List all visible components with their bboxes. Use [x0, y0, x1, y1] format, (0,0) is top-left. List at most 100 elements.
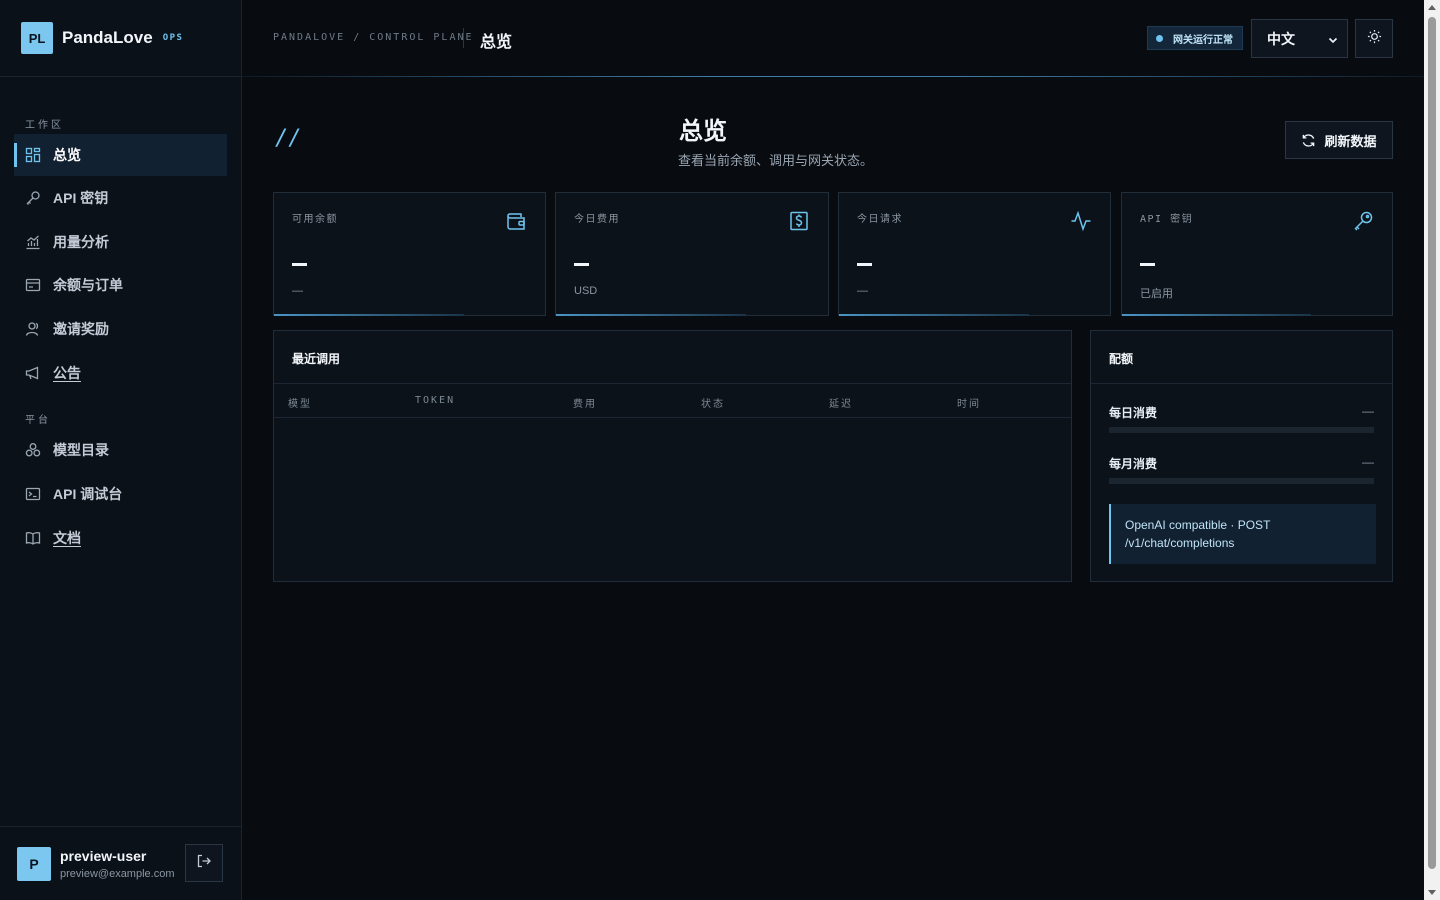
stat-sub: USD: [574, 285, 598, 297]
status-dot-icon: [1156, 34, 1163, 42]
page-subtitle: 查看当前余额、调用与网关状态。: [678, 153, 874, 168]
sidebar-item-label: 用量分析: [53, 234, 109, 250]
sidebar-item-usage[interactable]: 用量分析: [14, 221, 227, 263]
refresh-label: 刷新数据: [1324, 133, 1377, 149]
breadcrumb: PANDALOVE / CONTROL PLANE: [273, 32, 474, 43]
quota-monthly-bar: [1109, 478, 1374, 484]
quota-panel: 配额 每日消费 — 每月消费 — OpenAI compatible · POS…: [1090, 330, 1393, 582]
breadcrumb-divider: [463, 28, 464, 48]
logout-button[interactable]: [185, 844, 223, 882]
stat-sub: —: [857, 285, 868, 297]
sidebar-item-playground[interactable]: API 调试台: [14, 473, 227, 515]
nav-section-workspace: 工作区: [25, 120, 64, 131]
brand-tag: OPS: [162, 33, 184, 43]
user-email: preview@example.com: [60, 867, 175, 880]
panel-divider: [1091, 383, 1392, 384]
chart-icon: [25, 234, 41, 250]
user-name: preview-user: [60, 847, 147, 864]
column-header-model[interactable]: 模型: [288, 395, 312, 410]
column-header-cost[interactable]: 费用: [573, 395, 597, 410]
quota-daily: 每日消费 —: [1109, 404, 1374, 421]
sidebar-item-label: API 调试台: [53, 486, 123, 502]
key-icon: [25, 190, 41, 206]
stat-label: 可用余额: [292, 214, 338, 225]
gateway-status-badge: 网关运行正常: [1147, 26, 1243, 50]
brand-logo: PL: [21, 22, 53, 54]
stat-sub: —: [292, 285, 303, 297]
models-icon: [25, 442, 41, 458]
stat-sub: 已启用: [1140, 288, 1173, 300]
recent-calls-panel: 最近调用 模型 TOKEN 费用 状态 延迟 时间: [273, 330, 1072, 582]
dollar-icon: [788, 210, 810, 232]
page-title: 总览: [679, 116, 727, 145]
refresh-icon: [1303, 133, 1315, 147]
stat-value: [574, 263, 589, 266]
quota-daily-label: 每日消费: [1109, 406, 1158, 420]
column-header-time[interactable]: 时间: [957, 395, 981, 410]
language-value: 中文: [1267, 30, 1295, 47]
sidebar-item-api-keys[interactable]: API 密钥: [14, 177, 227, 219]
quota-monthly: 每月消费 —: [1109, 455, 1374, 472]
sidebar-item-overview[interactable]: 总览: [14, 134, 227, 176]
column-header-latency[interactable]: 延迟: [829, 395, 853, 410]
sidebar-item-billing[interactable]: 余额与订单: [14, 264, 227, 306]
wallet-icon: [505, 210, 527, 232]
sidebar-item-label: 邀请奖励: [53, 321, 109, 337]
refresh-button[interactable]: 刷新数据: [1285, 121, 1393, 159]
top-header: PANDALOVE / CONTROL PLANE 总览 网关运行正常 中文: [242, 0, 1424, 77]
endpoint-line-2: /v1/chat/completions: [1125, 536, 1235, 550]
page-scrollbar[interactable]: [1424, 0, 1440, 900]
megaphone-icon: [25, 365, 41, 381]
stat-value: [1140, 263, 1155, 266]
dashboard-icon: [25, 147, 41, 163]
decor-slashes: //: [275, 126, 302, 151]
key-icon: [1352, 210, 1374, 232]
stat-card-api-keys: API 密钥 已启用: [1121, 192, 1393, 316]
sidebar-item-docs[interactable]: 文档: [14, 517, 227, 559]
stat-value: [292, 263, 307, 266]
brand[interactable]: PL PandaLove OPS: [0, 0, 241, 77]
sidebar-item-label: 总览: [53, 147, 81, 163]
endpoint-line-1: OpenAI compatible · POST: [1125, 518, 1271, 532]
stat-card-balance: 可用余额 —: [273, 192, 546, 316]
gateway-status-text: 网关运行正常: [1173, 34, 1233, 46]
stat-value: [857, 263, 872, 266]
sidebar-item-label: 文档: [53, 530, 81, 546]
logout-icon: [196, 853, 212, 874]
language-select[interactable]: 中文: [1251, 19, 1348, 58]
sidebar-item-models[interactable]: 模型目录: [14, 429, 227, 471]
chevron-down-icon: [1327, 33, 1339, 49]
sidebar-item-label: 公告: [53, 365, 81, 381]
sidebar-item-referral[interactable]: 邀请奖励: [14, 308, 227, 350]
sidebar: PL PandaLove OPS 工作区 总览 API 密钥 用量分析 余额与订…: [0, 0, 242, 900]
stat-label: API 密钥: [1140, 214, 1194, 225]
sidebar-item-label: 模型目录: [53, 442, 109, 458]
sidebar-item-label: API 密钥: [53, 190, 109, 206]
user-profile: P preview-user preview@example.com: [0, 826, 241, 900]
quota-daily-value: —: [1362, 404, 1374, 418]
column-header-token[interactable]: TOKEN: [415, 395, 455, 406]
stat-card-daily-requests: 今日请求 —: [838, 192, 1111, 316]
brand-name: PandaLove: [62, 28, 153, 47]
endpoint-info: OpenAI compatible · POST /v1/chat/comple…: [1109, 504, 1376, 564]
quota-monthly-value: —: [1362, 455, 1374, 469]
terminal-icon: [25, 486, 41, 502]
avatar[interactable]: P: [17, 846, 51, 881]
column-header-status[interactable]: 状态: [701, 395, 725, 410]
theme-toggle-button[interactable]: [1355, 19, 1393, 58]
stat-card-daily-cost: 今日费用 USD: [555, 192, 829, 316]
quota-monthly-label: 每月消费: [1109, 457, 1158, 471]
nav-section-platform: 平台: [25, 415, 51, 426]
scroll-down-icon[interactable]: [1428, 890, 1436, 895]
scroll-thumb[interactable]: [1428, 17, 1436, 869]
sidebar-item-announcements[interactable]: 公告: [14, 352, 227, 394]
stat-label: 今日费用: [574, 214, 620, 225]
panel-divider: [274, 383, 1071, 384]
panel-title: 配额: [1109, 352, 1134, 366]
user-icon: [25, 321, 41, 337]
scroll-up-icon[interactable]: [1428, 5, 1436, 10]
activity-icon: [1070, 210, 1092, 232]
book-icon: [25, 530, 41, 546]
panel-title: 最近调用: [292, 352, 341, 366]
breadcrumb-current-page: 总览: [480, 32, 513, 51]
